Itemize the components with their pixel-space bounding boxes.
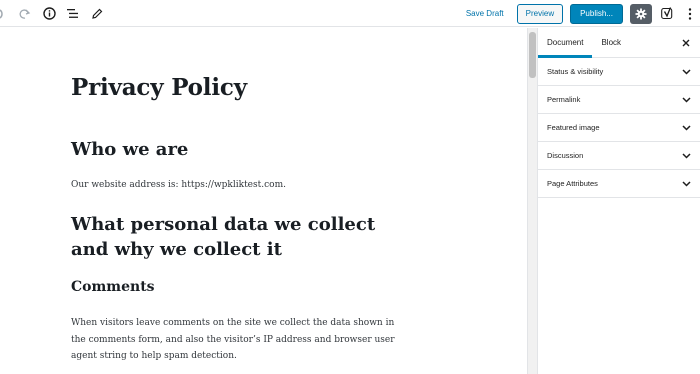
chevron-down-icon — [681, 67, 691, 77]
yoast-seo-button[interactable] — [656, 3, 678, 25]
chevron-down-icon — [681, 95, 691, 105]
more-menu-button[interactable] — [680, 3, 700, 25]
panel-status-visibility[interactable]: Status & visibility — [538, 58, 700, 86]
panel-label: Featured image — [547, 123, 600, 132]
scrollbar-thumb[interactable] — [529, 32, 536, 78]
header-toolbar-left — [0, 0, 110, 27]
yoast-icon — [660, 7, 672, 20]
chevron-down-icon — [681, 179, 691, 189]
settings-sidebar: Document Block Status & visibility Perma… — [537, 28, 700, 374]
post-title[interactable]: Privacy Policy — [71, 74, 247, 101]
panel-permalink[interactable]: Permalink — [538, 86, 700, 114]
paragraph-website-address[interactable]: Our website address is: https://wpklikte… — [71, 180, 286, 190]
chevron-down-icon — [681, 123, 691, 133]
heading-comments[interactable]: Comments — [71, 279, 155, 295]
chevron-down-icon — [681, 151, 691, 161]
redo-icon[interactable] — [14, 3, 36, 25]
panel-featured-image[interactable]: Featured image — [538, 114, 700, 142]
tab-document-label: Document — [547, 38, 584, 47]
sidebar-tabs: Document Block — [538, 28, 700, 58]
tab-block-label: Block — [601, 38, 622, 47]
header-toolbar-right: Save Draft Preview Publish... — [466, 0, 700, 27]
panel-discussion[interactable]: Discussion — [538, 142, 700, 170]
editor-header: Save Draft Preview Publish... — [0, 0, 700, 27]
heading-who-we-are[interactable]: Who we are — [71, 139, 188, 160]
tab-document[interactable]: Document — [538, 28, 593, 58]
panel-label: Status & visibility — [547, 67, 604, 76]
edit-tools-icon[interactable] — [86, 3, 108, 25]
close-sidebar-button[interactable] — [679, 36, 693, 50]
publish-button[interactable]: Publish... — [570, 3, 623, 24]
panel-label: Page Attributes — [547, 179, 598, 188]
panel-page-attributes[interactable]: Page Attributes — [538, 170, 700, 198]
preview-button[interactable]: Preview — [516, 3, 564, 24]
paragraph-comments[interactable]: When visitors leave comments on the site… — [71, 315, 411, 365]
settings-button[interactable] — [630, 3, 652, 24]
save-draft-button[interactable]: Save Draft — [466, 9, 504, 18]
outline-icon[interactable] — [62, 3, 84, 25]
tab-block[interactable]: Block — [592, 28, 630, 57]
panel-label: Permalink — [547, 95, 581, 104]
heading-personal-data[interactable]: What personal data we collect and why we… — [71, 212, 411, 262]
add-block-icon[interactable] — [0, 3, 8, 25]
gear-icon — [635, 8, 647, 19]
panel-label: Discussion — [547, 151, 584, 160]
info-icon[interactable] — [38, 3, 60, 25]
editor-canvas[interactable]: Privacy Policy Who we are Our website ad… — [0, 28, 527, 374]
more-vertical-icon — [688, 7, 692, 20]
editor-scrollbar[interactable] — [527, 28, 537, 374]
close-icon — [682, 39, 690, 47]
